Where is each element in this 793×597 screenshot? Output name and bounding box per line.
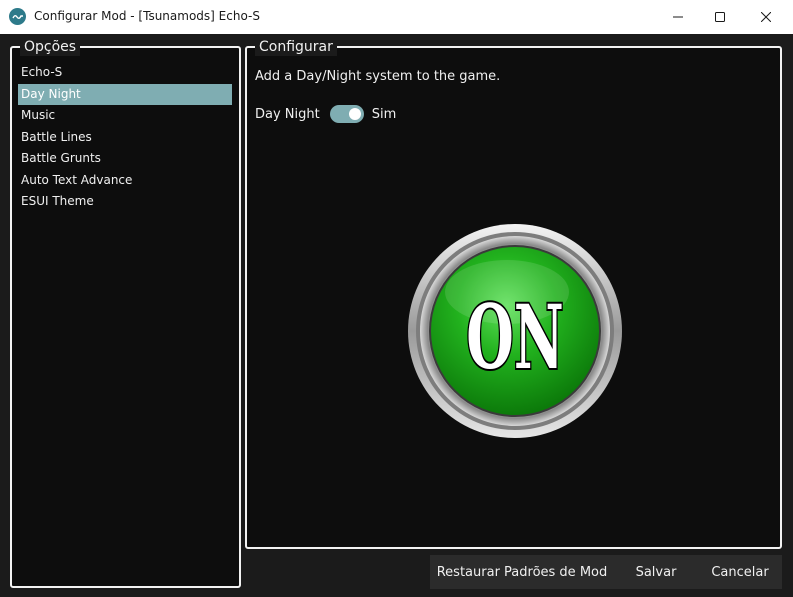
toggle-value: Sim	[371, 106, 397, 122]
maximize-button[interactable]	[697, 0, 743, 34]
option-item-auto-text-advance[interactable]: Auto Text Advance	[18, 170, 232, 192]
toggle-knob	[348, 108, 361, 120]
config-panel: Configurar Add a Day/Night system to the…	[245, 38, 782, 549]
option-item-esui-theme[interactable]: ESUI Theme	[18, 191, 232, 213]
config-legend: Configurar	[255, 38, 337, 56]
toggle-label: Day Night	[255, 106, 320, 122]
day-night-toggle[interactable]	[329, 105, 364, 123]
options-panel: Opções Echo-S Day Night Music Battle Lin…	[10, 38, 241, 588]
on-button-text: ON	[466, 286, 563, 389]
option-item-battle-lines[interactable]: Battle Lines	[18, 127, 232, 149]
option-description: Add a Day/Night system to the game.	[255, 69, 501, 84]
title-bar[interactable]: Configurar Mod - [Tsunamods] Echo-S	[0, 0, 793, 35]
close-icon	[761, 12, 771, 22]
option-item-day-night[interactable]: Day Night	[18, 83, 232, 105]
save-button[interactable]: Salvar	[614, 555, 698, 589]
option-item-echo-s[interactable]: Echo-S	[18, 62, 232, 84]
cancel-button[interactable]: Cancelar	[698, 555, 782, 589]
action-bar: Restaurar Padrões de Mod Salvar Cancelar	[430, 555, 782, 589]
close-button[interactable]	[743, 0, 789, 34]
option-item-battle-grunts[interactable]: Battle Grunts	[18, 148, 232, 170]
minimize-button[interactable]	[655, 0, 701, 34]
tsunamods-icon	[9, 8, 26, 25]
minimize-icon	[673, 16, 683, 18]
window-title: Configurar Mod - [Tsunamods] Echo-S	[34, 9, 260, 23]
options-list: Echo-S Day Night Music Battle Lines Batt…	[18, 62, 232, 213]
maximize-icon	[715, 12, 725, 22]
option-item-music[interactable]: Music	[18, 105, 232, 127]
mod-config-window: Configurar Mod - [Tsunamods] Echo-S Opçõ…	[0, 0, 793, 597]
restore-defaults-button[interactable]: Restaurar Padrões de Mod	[430, 555, 614, 589]
on-button-preview: ON	[407, 222, 623, 440]
options-legend: Opções	[20, 38, 81, 56]
day-night-setting: Day Night Sim	[255, 103, 396, 125]
